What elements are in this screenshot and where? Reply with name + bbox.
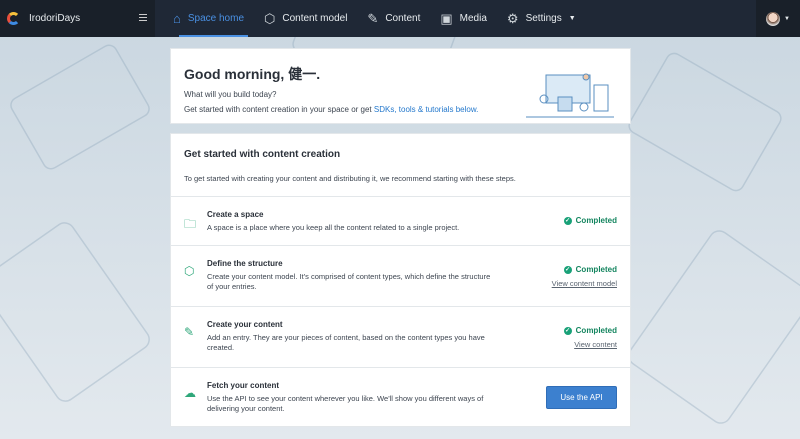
menu-icon[interactable] <box>139 14 147 21</box>
cloud-download-icon: ☁ <box>184 386 196 400</box>
top-nav: IrodoriDays ⌂ Space home ⬡ Content model ✎… <box>0 0 800 37</box>
space-name: IrodoriDays <box>29 13 81 24</box>
step-desc: Create your content model. It's comprise… <box>207 272 491 292</box>
tab-label: Content <box>385 13 421 24</box>
tab-media[interactable]: ▣ Media <box>430 0 497 37</box>
step-define-structure: ⬡ Define the structure Create your conte… <box>171 246 630 307</box>
step-desc: Use the API to see your content wherever… <box>207 394 484 414</box>
step-title: Create your content <box>207 320 283 329</box>
use-api-button[interactable]: Use the API <box>546 386 617 409</box>
view-content-link[interactable]: View content <box>564 340 617 349</box>
avatar <box>766 11 781 26</box>
get-started-card: Get started with content creation To get… <box>170 133 631 427</box>
sdks-link[interactable]: SDKs, tools & tutorials below. <box>374 105 479 114</box>
check-circle-icon: ✓ <box>563 216 572 225</box>
tab-label: Media <box>459 13 487 24</box>
tab-label: Settings <box>525 13 562 24</box>
contentful-logo-icon <box>7 12 20 25</box>
space-switcher[interactable]: IrodoriDays <box>0 0 155 37</box>
check-circle-icon: ✓ <box>563 265 572 274</box>
edit-icon: ✎ <box>367 10 379 26</box>
status-text: Completed <box>575 216 617 225</box>
status-badge: ✓ Completed <box>563 216 617 225</box>
tab-label: Content model <box>282 13 348 24</box>
step-create-content: ✎ Create your content Add an entry. They… <box>171 307 630 368</box>
welcome-illustration <box>526 73 614 118</box>
folder-icon: 🗀 <box>184 217 197 231</box>
home-icon: ⌂ <box>173 11 181 26</box>
image-icon: ▣ <box>440 10 453 26</box>
step-title: Create a space <box>207 210 264 219</box>
status-text: Completed <box>575 326 617 335</box>
tab-label: Space home <box>187 13 245 24</box>
tab-content-model[interactable]: ⬡ Content model <box>254 0 357 37</box>
status-text: Completed <box>575 265 617 274</box>
section-title: Get started with content creation <box>184 149 341 160</box>
status-badge: ✓ Completed <box>552 265 617 274</box>
box-icon: ⬡ <box>264 10 276 26</box>
view-content-model-link[interactable]: View content model <box>552 279 617 288</box>
welcome-text-body: Get started with content creation in you… <box>184 105 374 114</box>
gear-icon: ⚙ <box>506 10 519 26</box>
step-desc: A space is a place where you keep all th… <box>207 223 460 232</box>
step-create-space: 🗀 Create a space A space is a place wher… <box>171 197 630 246</box>
step-fetch-content: ☁ Fetch your content Use the API to see … <box>171 368 630 428</box>
section-intro: To get started with creating your conten… <box>184 174 516 183</box>
tab-settings[interactable]: ⚙ Settings ▼ <box>497 0 586 37</box>
check-circle-icon: ✓ <box>563 326 572 335</box>
tab-content[interactable]: ✎ Content <box>357 0 430 37</box>
tab-space-home[interactable]: ⌂ Space home <box>163 0 254 37</box>
caret-down-icon: ▼ <box>568 15 576 22</box>
status-badge: ✓ Completed <box>563 326 617 335</box>
edit-icon: ✎ <box>184 325 195 339</box>
caret-down-icon: ▼ <box>784 15 790 22</box>
box-icon: ⬡ <box>184 264 195 278</box>
welcome-card: Good morning, 健一. What will you build to… <box>170 48 631 124</box>
step-desc: Add an entry. They are your pieces of co… <box>207 333 485 353</box>
user-menu[interactable]: ▼ <box>756 0 800 37</box>
